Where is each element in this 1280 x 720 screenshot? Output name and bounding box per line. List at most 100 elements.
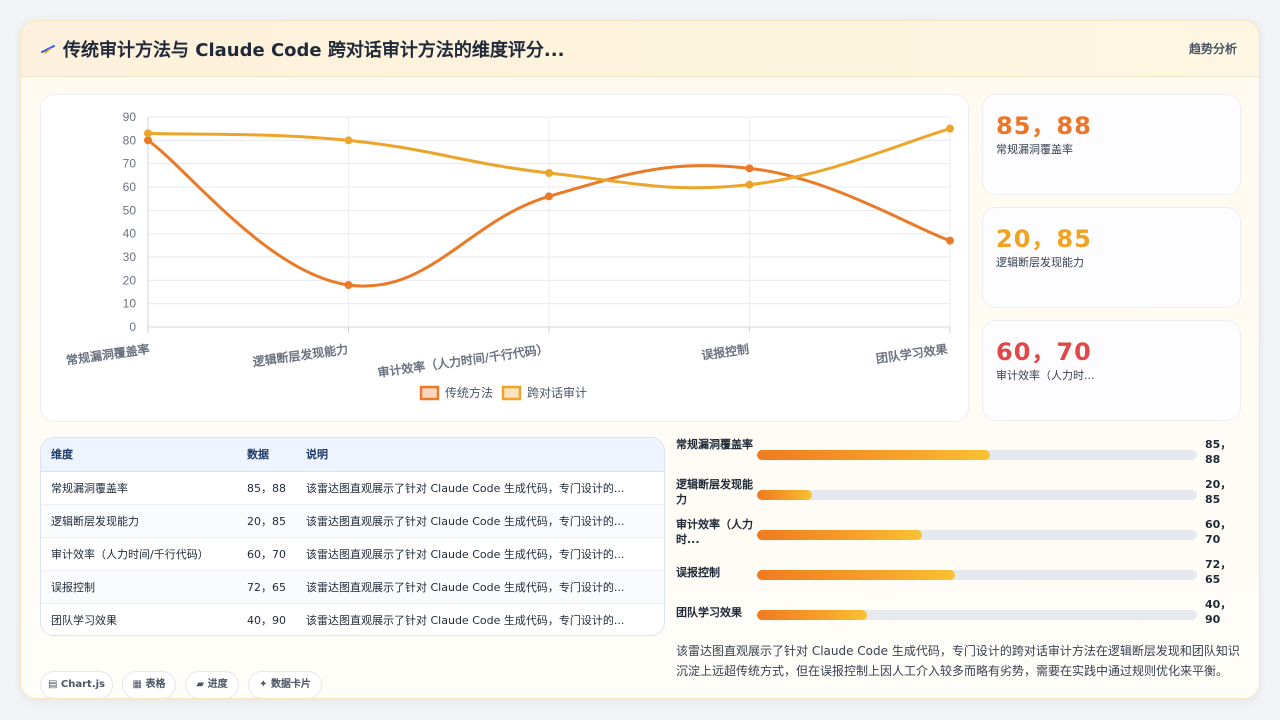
table-cell: 40，90 xyxy=(237,602,296,635)
progress-label: 团队学习效果 xyxy=(676,606,742,619)
pill-chartjs[interactable]: ▤ Chart.js xyxy=(40,671,113,698)
progress-list: 常规漏洞覆盖率 85，88 逻辑断层发现能力 20，85 审计效率（人力时...… xyxy=(676,437,1246,637)
data-point xyxy=(144,136,152,145)
progress-row: 误报控制 72，65 xyxy=(676,557,1246,593)
chart-icon: ▤ xyxy=(47,679,58,690)
kpi-value: 60，70 xyxy=(996,338,1092,366)
progress-value: 85，88 xyxy=(1205,438,1232,466)
progress-track xyxy=(757,450,1197,460)
progress-fill xyxy=(757,610,867,620)
table-cell: 72，65 xyxy=(237,569,296,603)
progress-fill xyxy=(757,570,955,580)
dashboard-card: 传统审计方法与 Claude Code 跨对话审计方法的维度评分... 趋势分析… xyxy=(20,20,1260,699)
data-table: 维度 数据 说明 常规漏洞覆盖率 85，88 该雷达图直观展示了针对 Claud… xyxy=(41,438,664,635)
legend-swatch xyxy=(419,385,440,401)
table-header-row: 维度 数据 说明 xyxy=(41,438,664,472)
pill-table[interactable]: ▦ 表格 xyxy=(122,671,176,698)
legend-label: 跨对话审计 xyxy=(527,385,587,400)
data-point xyxy=(946,124,954,133)
pill-label: 进度 xyxy=(207,679,228,690)
y-tick-label: 0 xyxy=(129,320,136,334)
data-point xyxy=(745,164,754,173)
pill-progress[interactable]: ▰ 进度 xyxy=(185,671,239,698)
progress-label: 误报控制 xyxy=(676,566,720,579)
table-cell: 85，88 xyxy=(237,470,296,504)
column-header: 数据 xyxy=(237,438,296,472)
pill-label: 数据卡片 xyxy=(270,679,311,690)
progress-track xyxy=(757,570,1197,580)
kpi-card-logic-gap: 20，85 逻辑断层发现能力 xyxy=(982,207,1241,308)
data-table-panel: 维度 数据 说明 常规漏洞覆盖率 85，88 该雷达图直观展示了针对 Claud… xyxy=(40,437,665,636)
progress-icon: ▰ xyxy=(196,679,205,690)
pill-data-cards[interactable]: ✦ 数据卡片 xyxy=(248,671,322,698)
table-cell: 逻辑断层发现能力 xyxy=(41,503,237,537)
column-header: 说明 xyxy=(296,438,664,472)
pill-label: Chart.js xyxy=(60,679,106,690)
pill-label: 表格 xyxy=(145,679,166,690)
x-tick-label: 误报控制 xyxy=(700,341,750,363)
y-tick-label: 50 xyxy=(123,203,137,217)
y-tick-label: 40 xyxy=(123,227,137,241)
progress-value: 40，90 xyxy=(1205,598,1232,626)
progress-track xyxy=(757,610,1197,620)
view-tag[interactable]: 趋势分析 xyxy=(1189,40,1237,57)
header: 传统审计方法与 Claude Code 跨对话审计方法的维度评分... 趋势分析 xyxy=(21,21,1259,77)
progress-row: 团队学习效果 40，90 xyxy=(676,597,1246,633)
y-tick-label: 70 xyxy=(123,157,137,171)
table-cell: 60，70 xyxy=(237,536,296,570)
kpi-value: 85，88 xyxy=(996,112,1092,140)
table-cell: 团队学习效果 xyxy=(41,602,237,635)
kpi-card-efficiency: 60，70 审计效率（人力时... xyxy=(982,320,1241,421)
table-row: 审计效率（人力时间/千行代码） 60，70 该雷达图直观展示了针对 Claude… xyxy=(41,536,664,570)
progress-row: 常规漏洞覆盖率 85，88 xyxy=(676,437,1246,473)
data-point xyxy=(344,136,353,145)
kpi-label: 常规漏洞覆盖率 xyxy=(996,143,1073,156)
line-chart: 0 10 20 30 40 50 60 70 80 90 常规漏洞覆盖率 逻辑断层发现能力 审计效率（人… xyxy=(65,110,954,401)
progress-track xyxy=(757,490,1197,500)
progress-label: 审计效率（人力时... xyxy=(676,518,753,546)
y-tick-label: 60 xyxy=(123,180,137,194)
summary-text: 该雷达图直观展示了针对 Claude Code 生成代码，专门设计的跨对话审计方… xyxy=(676,644,1240,678)
x-tick-label: 审计效率（人力时间/千行代码） xyxy=(377,341,550,380)
progress-row: 审计效率（人力时... 60，70 xyxy=(676,517,1246,553)
y-tick-label: 30 xyxy=(123,250,137,264)
table-cell: 审计效率（人力时间/千行代码） xyxy=(41,536,237,570)
table-cell: 常规漏洞覆盖率 xyxy=(41,470,237,504)
progress-label: 常规漏洞覆盖率 xyxy=(676,438,753,451)
table-cell: 误报控制 xyxy=(41,569,237,603)
progress-value: 60，70 xyxy=(1205,518,1232,546)
data-point xyxy=(144,129,152,138)
y-tick-label: 90 xyxy=(123,110,137,124)
data-point xyxy=(344,281,353,289)
x-tick-label: 逻辑断层发现能力 xyxy=(252,341,349,369)
progress-row: 逻辑断层发现能力 20，85 xyxy=(676,477,1246,513)
kpi-value: 20，85 xyxy=(996,225,1092,253)
progress-value: 72，65 xyxy=(1205,558,1232,586)
progress-fill xyxy=(757,530,922,540)
table-cell: 该雷达图直观展示了针对 Claude Code 生成代码，专门设计的... xyxy=(296,602,664,635)
table-cell: 该雷达图直观展示了针对 Claude Code 生成代码，专门设计的... xyxy=(296,536,664,570)
progress-fill xyxy=(757,450,991,460)
table-cell: 该雷达图直观展示了针对 Claude Code 生成代码，专门设计的... xyxy=(296,470,664,504)
page-title: 传统审计方法与 Claude Code 跨对话审计方法的维度评分... xyxy=(63,40,565,61)
progress-label: 逻辑断层发现能力 xyxy=(676,478,753,506)
progress-track xyxy=(757,530,1197,540)
legend-label: 传统方法 xyxy=(445,385,493,400)
column-header: 维度 xyxy=(41,438,237,472)
data-point xyxy=(745,180,754,189)
table-row: 逻辑断层发现能力 20，85 该雷达图直观展示了针对 Claude Code 生… xyxy=(41,503,664,537)
kpi-card-coverage: 85，88 常规漏洞覆盖率 xyxy=(982,94,1241,195)
data-point xyxy=(545,192,553,201)
kpi-label: 逻辑断层发现能力 xyxy=(996,256,1084,269)
bolt-icon xyxy=(41,45,55,54)
data-point xyxy=(545,169,553,177)
line-chart-panel: 0 10 20 30 40 50 60 70 80 90 常规漏洞覆盖率 逻辑断层发现能力 审计效率（人… xyxy=(40,94,969,422)
table-row: 误报控制 72，65 该雷达图直观展示了针对 Claude Code 生成代码，… xyxy=(41,569,664,603)
progress-value: 20，85 xyxy=(1205,478,1232,506)
table-cell: 该雷达图直观展示了针对 Claude Code 生成代码，专门设计的... xyxy=(296,503,664,537)
y-tick-label: 80 xyxy=(123,133,137,147)
x-tick-label: 常规漏洞覆盖率 xyxy=(65,341,150,368)
y-tick-label: 20 xyxy=(123,273,137,287)
table-row: 团队学习效果 40，90 该雷达图直观展示了针对 Claude Code 生成代… xyxy=(41,602,664,635)
data-point xyxy=(946,236,954,245)
